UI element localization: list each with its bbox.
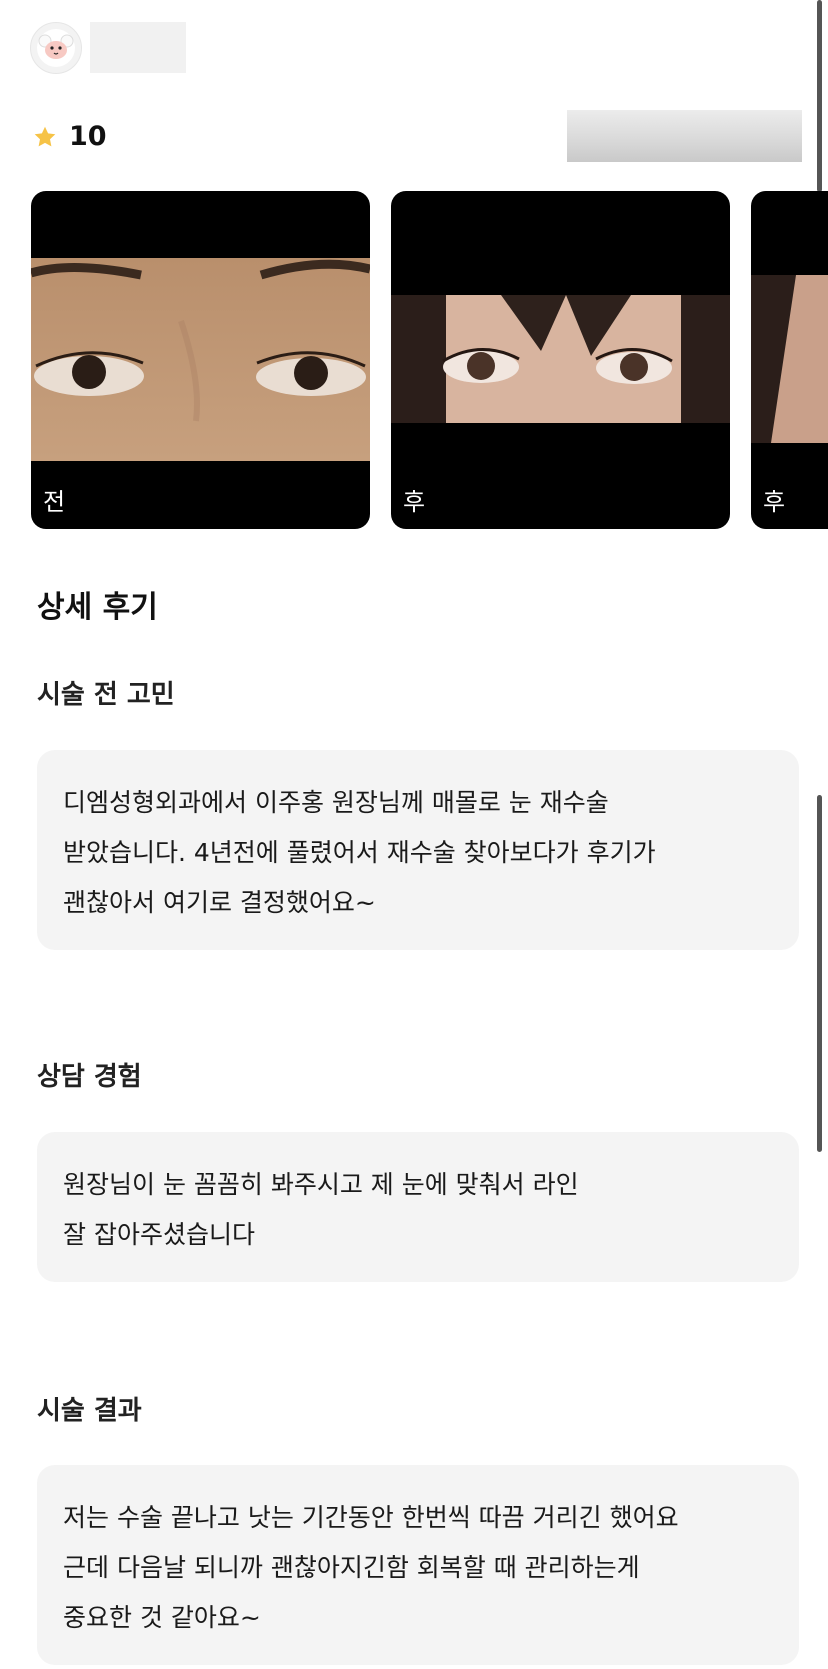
text-line: 근데 다음날 되니까 괜찮아지긴함 회복할 때 관리하는게: [63, 1553, 640, 1582]
author-name-redacted: [90, 22, 186, 73]
section-text-concern: 디엠성형외과에서 이주홍 원장님께 매몰로 눈 재수술 받았습니다. 4년전에 …: [37, 750, 799, 950]
scrollbar-thumb[interactable]: [817, 795, 822, 1152]
photo-label-after-2: 후: [763, 488, 786, 516]
scrollbar-thumb-top[interactable]: [817, 0, 822, 192]
text-line: 괜찮아서 여기로 결정했어요~: [63, 888, 376, 917]
review-author[interactable]: [30, 22, 82, 74]
after-eyes-photo[interactable]: 후: [391, 191, 730, 529]
text-line: 중요한 것 같아요~: [63, 1603, 261, 1632]
review-meta-redacted: [567, 110, 802, 162]
photo-label-after: 후: [403, 488, 426, 516]
photo-gallery[interactable]: 전 후 후: [31, 191, 828, 530]
section-heading-result: 시술 결과: [37, 1396, 142, 1426]
section-text-result: 저는 수술 끝나고 낫는 기간동안 한번씩 따끔 거리긴 했어요 근데 다음날 …: [37, 1465, 799, 1665]
text-line: 잘 잡아주셨습니다: [63, 1220, 255, 1249]
rating-value: 10: [69, 121, 107, 152]
section-heading-consultation: 상담 경험: [37, 1062, 142, 1092]
star-icon: [34, 126, 56, 146]
before-eyes-photo[interactable]: 전: [31, 191, 370, 529]
rating: 10: [33, 121, 107, 152]
text-line: 디엠성형외과에서 이주홍 원장님께 매몰로 눈 재수술: [63, 788, 609, 817]
after-eyes-photo-2[interactable]: 후: [751, 191, 828, 529]
text-line: 받았습니다. 4년전에 풀렸어서 재수술 찾아보다가 후기가: [63, 838, 656, 867]
text-line: 저는 수술 끝나고 낫는 기간동안 한번씩 따끔 거리긴 했어요: [63, 1503, 679, 1532]
section-text-consultation: 원장님이 눈 꼼꼼히 봐주시고 제 눈에 맞춰서 라인 잘 잡아주셨습니다: [37, 1132, 799, 1282]
sheep-avatar-icon[interactable]: [30, 22, 82, 74]
photo-label-before: 전: [43, 488, 66, 516]
text-line: 원장님이 눈 꼼꼼히 봐주시고 제 눈에 맞춰서 라인: [63, 1170, 579, 1199]
section-heading-concern: 시술 전 고민: [37, 680, 175, 710]
detail-review-title: 상세 후기: [37, 590, 158, 625]
